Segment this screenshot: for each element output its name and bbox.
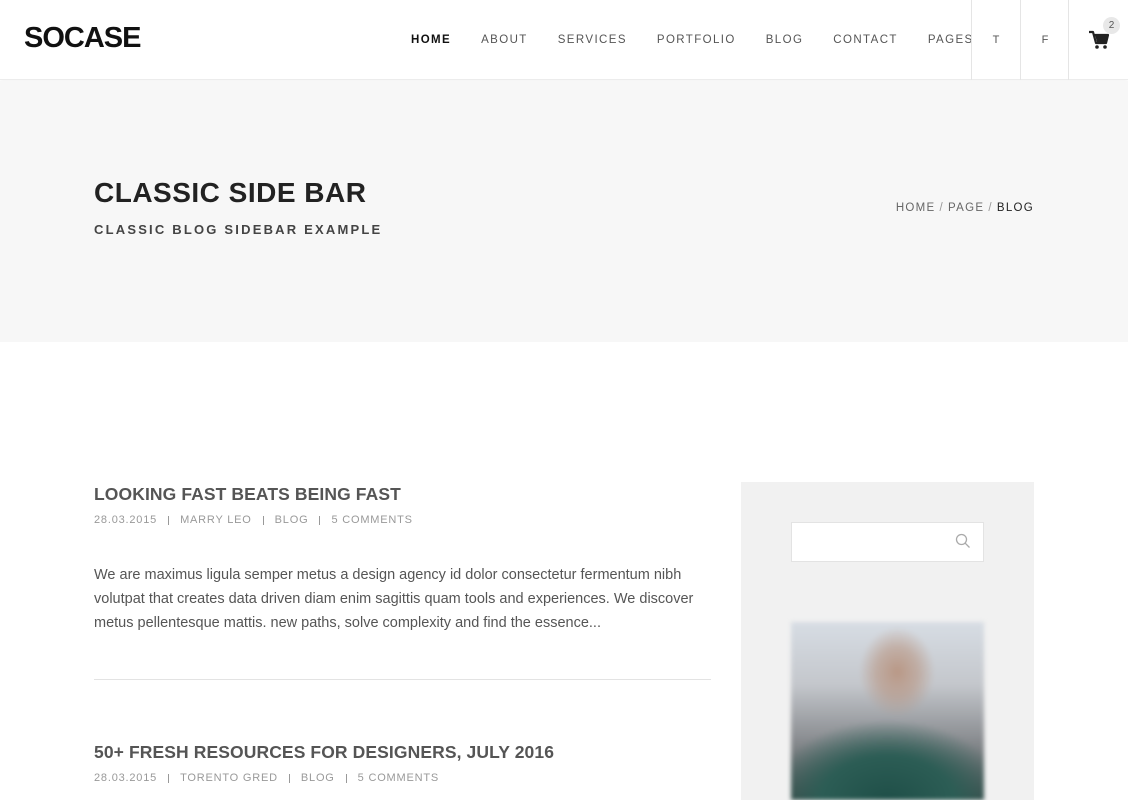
nav-about[interactable]: ABOUT — [466, 34, 543, 46]
post-divider — [94, 679, 711, 680]
breadcrumb-page[interactable]: PAGE — [948, 202, 984, 214]
nav-services[interactable]: SERVICES — [543, 34, 642, 46]
facebook-link[interactable]: F — [1020, 0, 1069, 80]
site-logo[interactable]: SOCASE — [24, 22, 141, 55]
cart-count-badge: 2 — [1103, 17, 1120, 34]
breadcrumb-home[interactable]: HOME — [896, 202, 936, 214]
blog-post: 50+ FRESH RESOURCES FOR DESIGNERS, JULY … — [94, 742, 711, 784]
post-author[interactable]: MARRY LEO — [180, 514, 252, 526]
cart-button[interactable]: 2 — [1068, 0, 1128, 80]
post-category[interactable]: BLOG — [275, 514, 309, 526]
page-title-band: CLASSIC SIDE BAR CLASSIC BLOG SIDEBAR EX… — [0, 81, 1128, 342]
nav-home[interactable]: HOME — [396, 34, 466, 46]
post-excerpt: We are maximus ligula semper metus a des… — [94, 567, 694, 631]
breadcrumb-separator: / — [939, 202, 945, 214]
meta-divider — [288, 773, 290, 783]
search-input[interactable] — [792, 523, 942, 561]
meta-divider — [319, 515, 321, 525]
meta-divider — [168, 773, 170, 783]
post-title[interactable]: 50+ FRESH RESOURCES FOR DESIGNERS, JULY … — [94, 742, 711, 763]
page-title: CLASSIC SIDE BAR — [94, 177, 367, 208]
sidebar-author-photo — [791, 622, 984, 800]
post-author[interactable]: TORENTO GRED — [180, 772, 278, 784]
sidebar — [741, 482, 1034, 800]
nav-blog[interactable]: BLOG — [751, 34, 819, 46]
post-meta: 28.03.2015 TORENTO GRED BLOG 5 COMMENTS — [94, 772, 711, 784]
meta-divider — [168, 515, 170, 525]
search-icon[interactable] — [955, 533, 971, 549]
main-nav: HOME ABOUT SERVICES PORTFOLIO BLOG CONTA… — [396, 0, 989, 80]
breadcrumb: HOME / PAGE / BLOG — [896, 202, 1034, 214]
search-widget — [791, 522, 984, 562]
nav-portfolio[interactable]: PORTFOLIO — [642, 34, 751, 46]
cart-icon — [1088, 30, 1109, 49]
post-comments[interactable]: 5 COMMENTS — [331, 514, 412, 526]
post-date: 28.03.2015 — [94, 772, 158, 784]
meta-divider — [345, 773, 347, 783]
twitter-label: T — [992, 34, 1000, 46]
page-subtitle: CLASSIC BLOG SIDEBAR EXAMPLE — [94, 222, 383, 237]
post-comments[interactable]: 5 COMMENTS — [358, 772, 439, 784]
post-meta: 28.03.2015 MARRY LEO BLOG 5 COMMENTS — [94, 514, 711, 526]
post-category[interactable]: BLOG — [301, 772, 335, 784]
meta-divider — [262, 515, 264, 525]
nav-contact[interactable]: CONTACT — [818, 34, 913, 46]
site-header: SOCASE HOME ABOUT SERVICES PORTFOLIO BLO… — [0, 0, 1128, 80]
breadcrumb-current: BLOG — [996, 202, 1034, 214]
breadcrumb-separator: / — [988, 202, 993, 214]
post-date: 28.03.2015 — [94, 514, 158, 526]
post-title[interactable]: LOOKING FAST BEATS BEING FAST — [94, 484, 711, 505]
blog-post: LOOKING FAST BEATS BEING FAST 28.03.2015… — [94, 484, 711, 635]
facebook-label: F — [1041, 34, 1049, 46]
twitter-link[interactable]: T — [971, 0, 1020, 80]
